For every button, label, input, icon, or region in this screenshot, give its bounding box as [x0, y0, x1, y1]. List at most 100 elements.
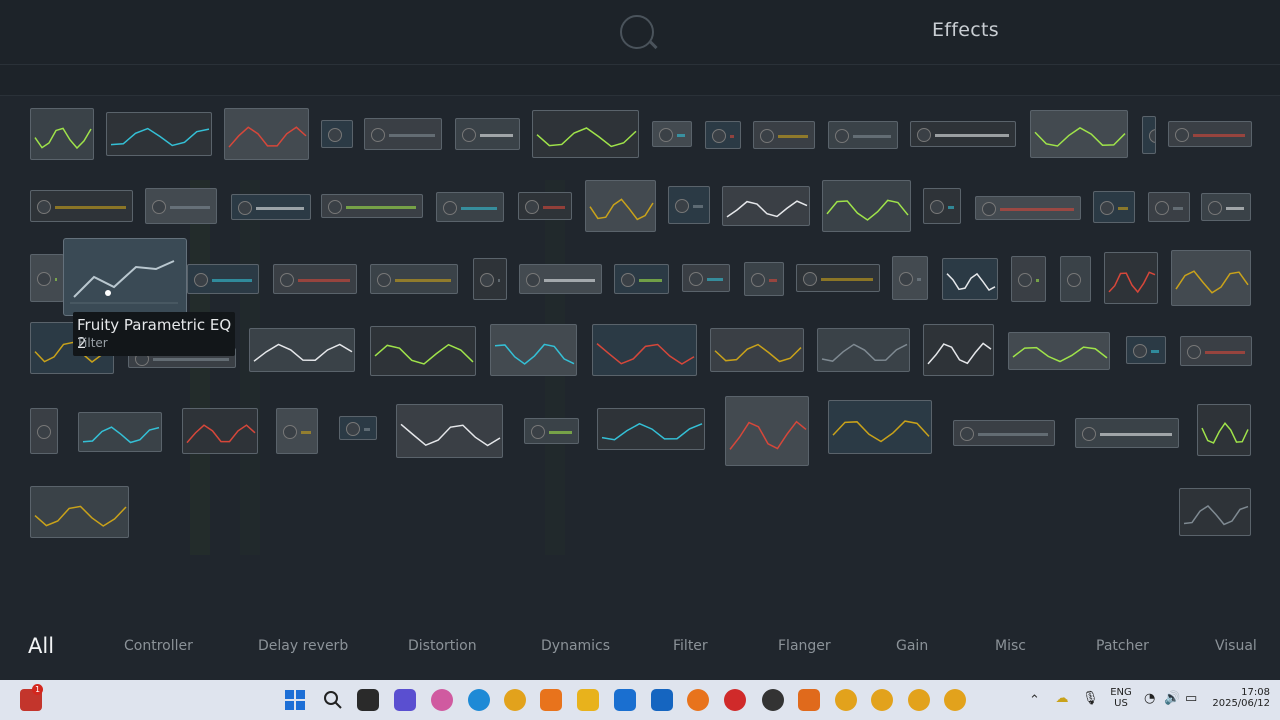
notification-app-icon[interactable]: 1 — [20, 684, 43, 711]
outlook-icon[interactable] — [651, 689, 673, 711]
plugin-thumb[interactable] — [1011, 256, 1046, 302]
plugin-thumb[interactable] — [1142, 116, 1156, 154]
chrome-icon[interactable] — [835, 689, 857, 711]
plugin-thumb[interactable] — [1030, 110, 1128, 158]
plugin-thumb[interactable] — [1168, 121, 1252, 147]
plugin-thumb[interactable] — [182, 408, 258, 454]
plugin-thumb[interactable] — [1148, 192, 1190, 222]
plugin-thumb[interactable] — [796, 264, 880, 292]
plugin-thumb[interactable] — [822, 180, 911, 232]
plugin-thumb[interactable] — [1093, 191, 1135, 223]
plugin-thumb[interactable] — [1171, 250, 1251, 306]
plugin-thumb[interactable] — [224, 108, 309, 160]
chrome-icon[interactable] — [871, 689, 893, 711]
plugin-thumb[interactable] — [231, 194, 311, 220]
plugin-thumb[interactable] — [396, 404, 503, 458]
plugin-thumb[interactable] — [30, 108, 94, 160]
app-red-icon[interactable] — [724, 689, 746, 711]
plugin-thumb[interactable] — [370, 326, 476, 376]
plugin-thumb-hovered[interactable] — [63, 238, 187, 316]
category-tab-distortion[interactable]: Distortion — [408, 638, 477, 654]
plugin-thumb[interactable] — [339, 416, 377, 440]
plugin-thumb[interactable] — [249, 328, 355, 372]
plugin-thumb[interactable] — [682, 264, 730, 292]
plugin-thumb[interactable] — [1201, 193, 1251, 221]
plugin-thumb[interactable] — [942, 258, 998, 300]
plugin-thumb[interactable] — [1179, 488, 1251, 536]
plugin-thumb[interactable] — [817, 328, 910, 372]
file-explorer-icon[interactable] — [357, 689, 379, 711]
microphone-icon[interactable]: 🎙 — [1082, 691, 1099, 706]
category-tab-dynamics[interactable]: Dynamics — [541, 638, 610, 654]
plugin-thumb[interactable] — [364, 118, 442, 150]
battery-icon[interactable]: ▭ — [1185, 691, 1197, 706]
plugin-thumb[interactable] — [455, 118, 520, 150]
plugin-thumb[interactable] — [145, 188, 217, 224]
plugin-thumb[interactable] — [532, 110, 639, 158]
category-tab-patcher[interactable]: Patcher — [1096, 638, 1149, 654]
plugin-thumb[interactable] — [321, 194, 423, 218]
search-icon[interactable] — [620, 15, 654, 49]
plugin-thumb[interactable] — [722, 186, 810, 226]
chat-icon[interactable] — [394, 689, 416, 711]
plugin-thumb[interactable] — [828, 121, 898, 149]
plugin-thumb[interactable] — [614, 264, 669, 294]
plugin-thumb[interactable] — [524, 418, 579, 444]
plugin-thumb[interactable] — [652, 121, 692, 147]
plugin-thumb[interactable] — [585, 180, 656, 232]
fl-studio-icon[interactable] — [687, 689, 709, 711]
app-dark-icon[interactable] — [762, 689, 784, 711]
edge-icon[interactable] — [468, 689, 490, 711]
folder-icon[interactable] — [577, 689, 599, 711]
plugin-thumb[interactable] — [370, 264, 458, 294]
store-icon[interactable] — [614, 689, 636, 711]
plugin-thumb[interactable] — [710, 328, 804, 372]
chrome-icon[interactable] — [504, 689, 526, 711]
start-icon[interactable] — [284, 689, 306, 711]
plugin-thumb[interactable] — [1008, 332, 1110, 370]
plugin-thumb[interactable] — [78, 412, 162, 452]
plugin-thumb[interactable] — [1060, 256, 1091, 302]
wifi-icon[interactable]: ◔ — [1144, 691, 1155, 706]
plugin-thumb[interactable] — [910, 121, 1016, 147]
category-tab-all[interactable]: All — [28, 634, 54, 658]
plugin-thumb[interactable] — [519, 264, 602, 294]
plugin-thumb[interactable] — [923, 188, 961, 224]
plugin-thumb[interactable] — [1197, 404, 1251, 456]
plugin-thumb[interactable] — [744, 262, 784, 296]
plugin-thumb[interactable] — [923, 324, 994, 376]
volume-icon[interactable]: 🔊 — [1164, 691, 1180, 706]
category-tab-filter[interactable]: Filter — [673, 638, 708, 654]
category-tab-delay-reverb[interactable]: Delay reverb — [258, 638, 348, 654]
category-tab-flanger[interactable]: Flanger — [778, 638, 831, 654]
plugin-thumb[interactable] — [753, 121, 815, 149]
plugin-thumb[interactable] — [436, 192, 504, 222]
category-tab-gain[interactable]: Gain — [896, 638, 928, 654]
plugin-thumb[interactable] — [1104, 252, 1158, 304]
plugin-thumb[interactable] — [30, 190, 133, 222]
plugin-thumb[interactable] — [1180, 336, 1252, 366]
plugin-thumb[interactable] — [321, 120, 353, 148]
plugin-thumb[interactable] — [473, 258, 507, 300]
plugin-thumb[interactable] — [30, 486, 129, 538]
plugin-thumb[interactable] — [490, 324, 577, 376]
plugin-thumb[interactable] — [106, 112, 212, 156]
copilot-icon[interactable] — [431, 689, 453, 711]
category-tab-visual[interactable]: Visual — [1215, 638, 1257, 654]
plugin-thumb[interactable] — [668, 186, 710, 224]
category-tab-misc[interactable]: Misc — [995, 638, 1026, 654]
chevron-up-icon[interactable]: ⌃ — [1029, 693, 1040, 708]
plugin-thumb[interactable] — [1126, 336, 1166, 364]
plugin-thumb[interactable] — [705, 121, 741, 149]
onedrive-icon[interactable]: ☁ — [1054, 691, 1070, 707]
plugin-thumb[interactable] — [953, 420, 1055, 446]
plugin-thumb[interactable] — [273, 264, 357, 294]
plugin-thumb[interactable] — [187, 264, 259, 294]
plugin-thumb[interactable] — [828, 400, 932, 454]
language-indicator[interactable]: ENG US — [1108, 687, 1134, 709]
plugin-thumb[interactable] — [725, 396, 809, 466]
plugin-thumb[interactable] — [975, 196, 1081, 220]
plugin-thumb[interactable] — [518, 192, 572, 220]
plugin-thumb[interactable] — [592, 324, 697, 376]
plugin-thumb[interactable] — [1075, 418, 1179, 448]
